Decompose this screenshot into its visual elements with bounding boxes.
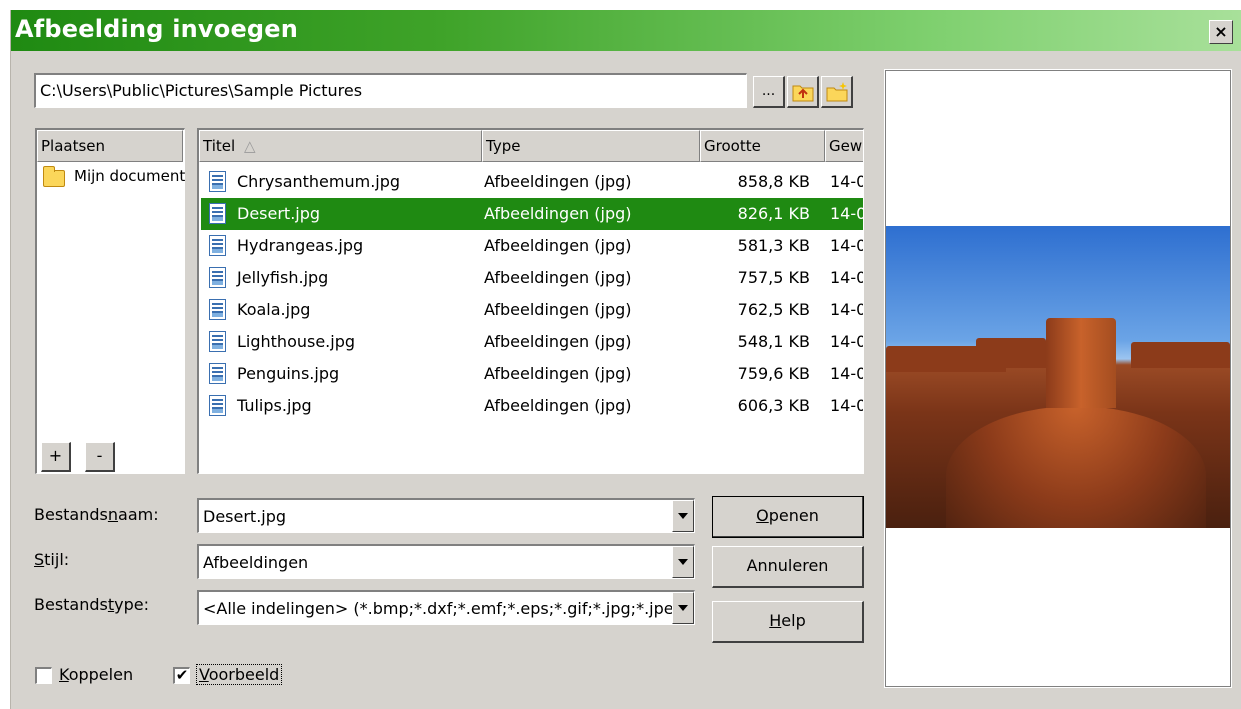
sort-ascending-icon: △ bbox=[243, 137, 256, 155]
style-combo[interactable]: Afbeeldingen bbox=[197, 544, 695, 579]
file-size: 581,3 KB bbox=[737, 236, 810, 255]
file-list: Titel △ Type Grootte Gewijzigd Chrysanth… bbox=[197, 128, 864, 474]
image-file-icon bbox=[209, 267, 226, 288]
filetype-combo[interactable]: <Alle indelingen> (*.bmp;*.dxf;*.emf;*.e… bbox=[197, 590, 695, 625]
remove-place-button[interactable]: - bbox=[85, 442, 115, 472]
file-date: 14-07 bbox=[830, 396, 863, 415]
filename-label: Bestandsnaam: bbox=[34, 505, 159, 524]
check-icon[interactable]: ✔ bbox=[173, 667, 190, 684]
filetype-label: Bestandstype: bbox=[34, 595, 150, 614]
file-type: Afbeeldingen (jpg) bbox=[484, 236, 632, 255]
file-name: Chrysanthemum.jpg bbox=[237, 172, 401, 191]
file-name: Desert.jpg bbox=[237, 204, 321, 223]
column-title-label: Titel bbox=[203, 137, 236, 155]
help-button[interactable]: Help bbox=[712, 601, 864, 643]
file-date: 14-07 bbox=[830, 268, 863, 287]
file-type: Afbeeldingen (jpg) bbox=[484, 332, 632, 351]
insert-image-dialog: Afbeelding invoegen × C:\Users\Public\Pi… bbox=[10, 10, 1241, 709]
file-date: 14-07 bbox=[830, 204, 863, 223]
link-checkbox-label: Koppelen bbox=[59, 665, 134, 684]
close-button[interactable]: × bbox=[1209, 20, 1233, 44]
style-label: Stijl: bbox=[34, 550, 70, 569]
filename-value: Desert.jpg bbox=[203, 507, 287, 526]
places-header[interactable]: Plaatsen bbox=[37, 130, 183, 162]
file-type: Afbeeldingen (jpg) bbox=[484, 364, 632, 383]
folder-icon bbox=[43, 166, 65, 187]
folder-up-button[interactable] bbox=[787, 76, 819, 108]
close-icon: × bbox=[1214, 22, 1228, 41]
file-row[interactable]: Penguins.jpg Afbeeldingen (jpg) 759,6 KB… bbox=[201, 358, 863, 390]
places-panel: Plaatsen Mijn documenten bbox=[35, 128, 185, 474]
file-name: Penguins.jpg bbox=[237, 364, 340, 383]
file-row-selected[interactable]: Desert.jpg Afbeeldingen (jpg) 826,1 KB 1… bbox=[201, 198, 863, 230]
chevron-down-icon[interactable] bbox=[672, 592, 694, 624]
file-row[interactable]: Hydrangeas.jpg Afbeeldingen (jpg) 581,3 … bbox=[201, 230, 863, 262]
file-row[interactable]: Lighthouse.jpg Afbeeldingen (jpg) 548,1 … bbox=[201, 326, 863, 358]
column-header-modified[interactable]: Gewijzigd bbox=[825, 130, 863, 162]
file-name: Jellyfish.jpg bbox=[237, 268, 329, 287]
file-type: Afbeeldingen (jpg) bbox=[484, 268, 632, 287]
file-date: 14-07 bbox=[830, 236, 863, 255]
file-name: Koala.jpg bbox=[237, 300, 311, 319]
file-name: Tulips.jpg bbox=[237, 396, 312, 415]
file-size: 606,3 KB bbox=[737, 396, 810, 415]
file-size: 826,1 KB bbox=[737, 204, 810, 223]
filename-combo[interactable]: Desert.jpg bbox=[197, 498, 695, 533]
file-type: Afbeeldingen (jpg) bbox=[484, 172, 632, 191]
file-type: Afbeeldingen (jpg) bbox=[484, 300, 632, 319]
file-row[interactable]: Jellyfish.jpg Afbeeldingen (jpg) 757,5 K… bbox=[201, 262, 863, 294]
dialog-title: Afbeelding invoegen bbox=[15, 15, 299, 43]
title-bar[interactable]: Afbeelding invoegen × bbox=[11, 10, 1241, 51]
file-type: Afbeeldingen (jpg) bbox=[484, 396, 632, 415]
file-name: Lighthouse.jpg bbox=[237, 332, 356, 351]
image-file-icon bbox=[209, 299, 226, 320]
cancel-button[interactable]: Annuleren bbox=[712, 546, 864, 588]
column-header-size[interactable]: Grootte bbox=[700, 130, 825, 162]
file-row[interactable]: Chrysanthemum.jpg Afbeeldingen (jpg) 858… bbox=[201, 166, 863, 198]
file-size: 548,1 KB bbox=[737, 332, 810, 351]
new-folder-icon bbox=[826, 82, 847, 102]
add-place-button[interactable]: + bbox=[41, 442, 71, 472]
file-size: 759,6 KB bbox=[737, 364, 810, 383]
image-file-icon bbox=[209, 235, 226, 256]
preview-checkbox-label: Voorbeeld bbox=[195, 664, 283, 685]
filetype-value: <Alle indelingen> (*.bmp;*.dxf;*.emf;*.e… bbox=[203, 599, 674, 618]
link-checkbox-box[interactable] bbox=[35, 667, 52, 684]
file-date: 14-07 bbox=[830, 172, 863, 191]
chevron-down-icon[interactable] bbox=[672, 546, 694, 578]
style-value: Afbeeldingen bbox=[203, 553, 309, 572]
file-size: 762,5 KB bbox=[737, 300, 810, 319]
image-file-icon bbox=[209, 363, 226, 384]
chevron-down-icon[interactable] bbox=[672, 500, 694, 532]
places-item-mijn-documenten[interactable]: Mijn documenten bbox=[40, 164, 185, 194]
file-size: 757,5 KB bbox=[737, 268, 810, 287]
file-row[interactable]: Tulips.jpg Afbeeldingen (jpg) 606,3 KB 1… bbox=[201, 390, 863, 422]
image-file-icon bbox=[209, 395, 226, 416]
image-file-icon bbox=[209, 331, 226, 352]
open-button[interactable]: Openen bbox=[712, 496, 864, 538]
file-date: 14-07 bbox=[830, 300, 863, 319]
image-file-icon bbox=[209, 203, 226, 224]
column-header-type[interactable]: Type bbox=[482, 130, 700, 162]
file-row[interactable]: Koala.jpg Afbeeldingen (jpg) 762,5 KB 14… bbox=[201, 294, 863, 326]
path-field[interactable]: C:\Users\Public\Pictures\Sample Pictures bbox=[34, 73, 747, 108]
file-type: Afbeeldingen (jpg) bbox=[484, 204, 632, 223]
browse-button[interactable]: ... bbox=[753, 76, 785, 108]
preview-image bbox=[886, 226, 1230, 528]
file-date: 14-07 bbox=[830, 332, 863, 351]
file-size: 858,8 KB bbox=[737, 172, 810, 191]
file-date: 14-07 bbox=[830, 364, 863, 383]
column-header-title[interactable]: Titel △ bbox=[199, 130, 482, 162]
places-item-label: Mijn documenten bbox=[74, 167, 185, 185]
image-preview-panel bbox=[884, 69, 1232, 688]
new-folder-button[interactable] bbox=[821, 76, 853, 108]
file-name: Hydrangeas.jpg bbox=[237, 236, 364, 255]
image-file-icon bbox=[209, 171, 226, 192]
folder-up-icon bbox=[792, 85, 813, 102]
